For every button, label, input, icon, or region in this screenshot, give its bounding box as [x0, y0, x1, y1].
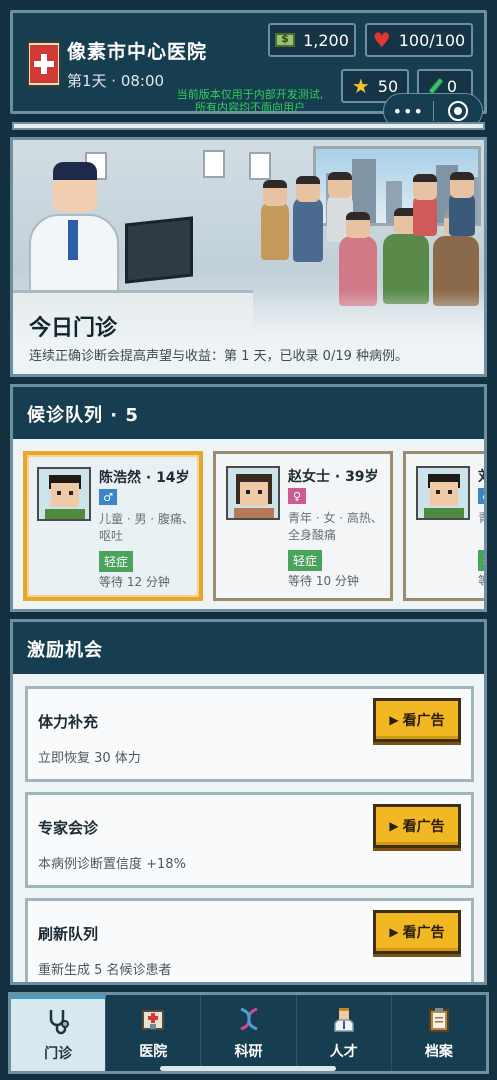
dna-icon: [235, 1005, 263, 1033]
patient-symptoms: 青嗄: [478, 510, 484, 527]
header-divider-bar: [12, 122, 485, 130]
patient-card[interactable]: 刘 ♂ 青嗄 轻 等: [403, 451, 484, 601]
queue-title: 候诊队列 · 5: [27, 405, 139, 426]
tab-research[interactable]: 科研: [201, 995, 297, 1071]
star-icon: ★: [351, 74, 370, 98]
waiting-queue-panel: 候诊队列 · 5 陈浩然 · 14岁 ♂ 儿童 · 男 · 腹痛、呕吐 轻症 等…: [10, 384, 487, 612]
watch-ad-label: 看广告: [402, 713, 445, 729]
hospital-icon: [139, 1005, 167, 1033]
clinic-description: 连续正确诊断会提高声望与收益：第 1 天，已收录 0/19 种病例。: [29, 349, 408, 364]
play-icon: ▶: [389, 713, 399, 727]
more-menu-button[interactable]: •••: [384, 102, 433, 121]
bottom-navigation: 门诊 医院 科研 人才 档案: [8, 992, 489, 1074]
offer-card: 刷新队列 重新生成 5 名候诊患者 ▶ 看广告: [25, 898, 474, 982]
offer-name: 刷新队列: [38, 925, 99, 943]
incentive-panel: 激励机会 体力补充 立即恢复 30 体力 ▶ 看广告 专家会诊 本病例诊断置信度…: [10, 619, 487, 985]
patient-name: 刘: [478, 466, 484, 486]
tab-archive[interactable]: 档案: [392, 995, 486, 1071]
patient-avatar: [226, 466, 280, 520]
patient-name: 陈浩然 · 14岁: [99, 470, 190, 486]
watch-ad-label: 看广告: [402, 925, 445, 941]
tab-talent[interactable]: 人才: [297, 995, 392, 1071]
offer-card: 体力补充 立即恢复 30 体力 ▶ 看广告: [25, 686, 474, 782]
clipboard-icon: [425, 1005, 453, 1033]
patient-wait-time: 等待 12 分钟: [99, 575, 170, 589]
tab-clinic[interactable]: 门诊: [11, 995, 107, 1071]
watch-ad-button[interactable]: ▶ 看广告: [373, 804, 461, 848]
play-icon: ▶: [389, 925, 399, 939]
close-miniprogram-button[interactable]: [433, 101, 482, 121]
severity-badge: 轻症: [99, 551, 134, 572]
play-icon: ▶: [389, 819, 399, 833]
money-counter: 1,200: [268, 23, 356, 57]
patient-card[interactable]: 陈浩然 · 14岁 ♂ 儿童 · 男 · 腹痛、呕吐 轻症 等待 12 分钟: [23, 451, 203, 601]
patient-avatar: [416, 466, 470, 520]
today-clinic-card: 今日门诊 连续正确诊断会提高声望与收益：第 1 天，已收录 0/19 种病例。: [10, 137, 487, 377]
doctor-icon: [330, 1005, 358, 1033]
incentive-header: 激励机会: [13, 622, 484, 674]
tab-archive-label: 档案: [424, 1044, 453, 1060]
tab-clinic-label: 门诊: [44, 1046, 73, 1062]
red-cross-icon: [34, 54, 54, 74]
offer-description: 立即恢复 30 体力: [38, 751, 141, 766]
patient-card[interactable]: 赵女士 · 39岁 ♀ 青年 · 女 · 高热、全身酸痛 轻症 等待 10 分钟: [213, 451, 393, 601]
health-value: 100/100: [398, 30, 466, 50]
day-time: 第1天 · 08:00: [67, 72, 165, 90]
stethoscope-icon: [44, 1007, 72, 1035]
offer-card: 专家会诊 本病例诊断置信度 +18% ▶ 看广告: [25, 792, 474, 888]
queue-header: 候诊队列 · 5: [13, 387, 484, 439]
patient-name: 赵女士 · 39岁: [288, 469, 379, 485]
patient-avatar: [37, 467, 91, 521]
reputation-value: 50: [377, 76, 399, 96]
target-icon: [447, 101, 468, 121]
offer-name: 专家会诊: [38, 819, 99, 837]
dev-notice: 当前版本仅用于内部开发测试, 所有内容均不面向用户: [176, 88, 324, 114]
home-indicator: [160, 1066, 336, 1071]
hospital-name: 像素市中心医院: [67, 41, 208, 63]
male-icon: ♂: [99, 489, 117, 505]
patient-symptoms: 儿童 · 男 · 腹痛、呕吐: [99, 512, 194, 543]
severity-badge: 轻症: [288, 550, 323, 571]
hospital-logo: [27, 41, 61, 87]
incentive-title: 激励机会: [27, 640, 103, 661]
heart-icon: ♥: [372, 28, 391, 52]
female-icon: ♀: [288, 488, 306, 504]
watch-ad-label: 看广告: [402, 819, 445, 835]
tab-research-label: 科研: [234, 1044, 263, 1060]
offer-description: 本病例诊断置信度 +18%: [38, 857, 186, 872]
tab-hospital[interactable]: 医院: [106, 995, 202, 1071]
male-icon: ♂: [478, 488, 484, 504]
patient-wait-time: 等: [478, 572, 484, 589]
health-counter: ♥ 100/100: [365, 23, 473, 57]
tab-talent-label: 人才: [329, 1044, 358, 1060]
severity-badge: 轻: [478, 550, 484, 571]
money-icon: [275, 32, 296, 47]
offer-name: 体力补充: [38, 713, 99, 731]
money-value: 1,200: [303, 30, 349, 50]
patient-wait-time: 等待 10 分钟: [288, 574, 359, 588]
patient-symptoms: 青年 · 女 · 高热、全身酸痛: [288, 511, 383, 542]
computer-monitor: [125, 216, 193, 284]
watch-ad-button[interactable]: ▶ 看广告: [373, 910, 461, 954]
offer-description: 重新生成 5 名候诊患者: [38, 963, 172, 978]
tab-hospital-label: 医院: [139, 1044, 168, 1060]
watch-ad-button[interactable]: ▶ 看广告: [373, 698, 461, 742]
clinic-title: 今日门诊: [29, 316, 118, 341]
